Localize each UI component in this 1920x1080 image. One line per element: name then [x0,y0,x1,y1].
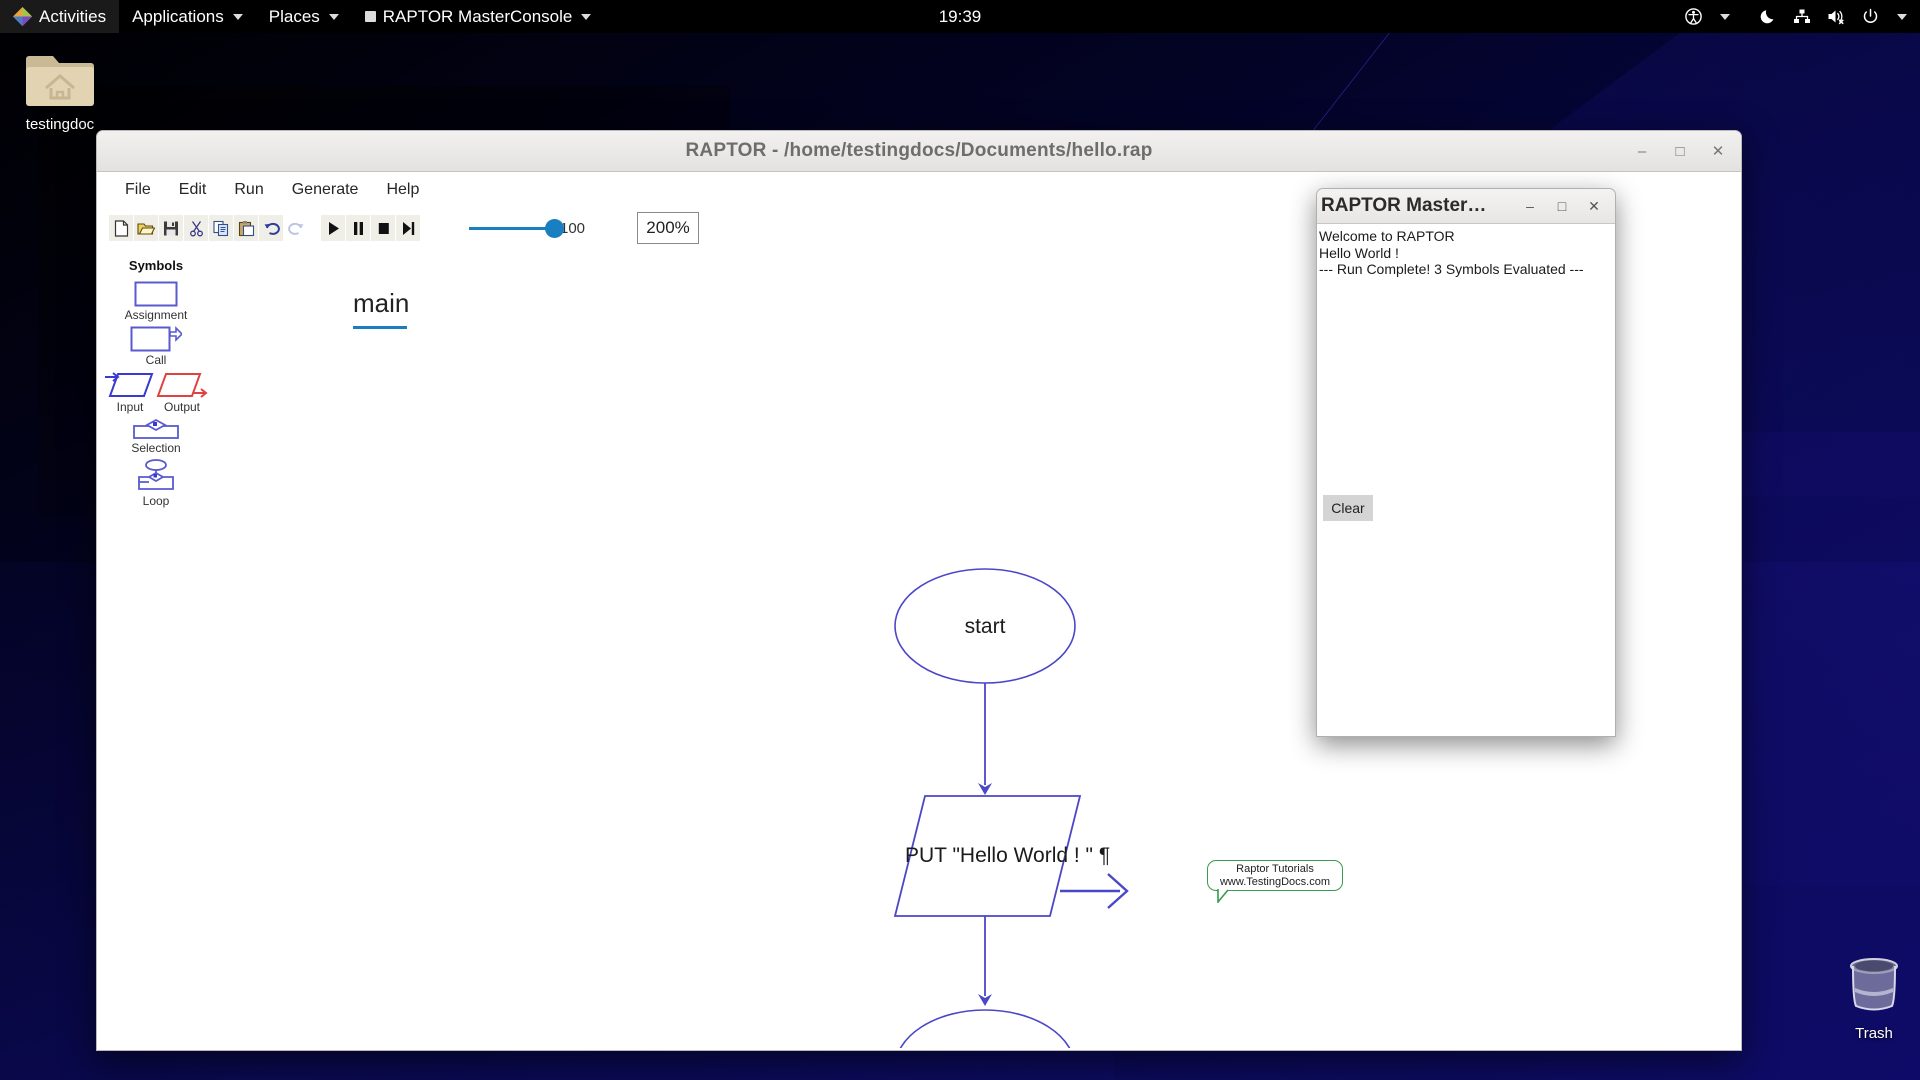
callout-tail [1217,889,1229,903]
menu-generate[interactable]: Generate [278,176,373,204]
active-window-menu[interactable]: RAPTOR MasterConsole [352,0,605,33]
close-button[interactable]: ✕ [1707,140,1729,162]
raptor-window-controls: – □ ✕ [1631,140,1729,162]
flow-node-end[interactable] [895,1009,1075,1048]
desktop-icon-label: Trash [1855,1025,1893,1042]
paste-button[interactable] [234,215,258,241]
clear-button[interactable]: Clear [1323,495,1373,521]
callout-line-1: Raptor Tutorials [1236,862,1314,875]
console-line: --- Run Complete! 3 Symbols Evaluated --… [1319,261,1584,277]
raptor-window-title: RAPTOR - /home/testingdocs/Documents/hel… [685,140,1153,161]
chevron-down-icon [328,13,339,20]
speed-slider-track[interactable] [469,218,564,238]
symbol-label: Loop [142,494,170,508]
console-close-button[interactable]: ✕ [1583,195,1605,217]
console-window-title: RAPTOR Master… [1321,195,1487,216]
system-tray [1678,0,1914,33]
symbol-label: Call [145,353,167,367]
speed-slider[interactable]: 100 [469,218,585,238]
pause-button[interactable] [346,215,370,241]
chevron-down-icon[interactable] [1888,0,1914,33]
active-window-label: RAPTOR MasterConsole [382,6,573,26]
places-label: Places [268,6,320,26]
cut-button[interactable] [184,215,208,241]
minimize-button[interactable]: – [1631,140,1653,162]
places-menu[interactable]: Places [256,0,352,33]
gnome-top-bar: Activities Applications Places RAPTOR Ma… [0,0,1920,33]
flow-node-output-label: PUT "Hello World ! " ¶ [905,844,1110,867]
step-button[interactable] [396,215,420,241]
console-line: Welcome to RAPTOR [1319,228,1455,244]
stop-button[interactable] [371,215,395,241]
console-window-controls: – □ ✕ [1519,195,1615,217]
symbol-assignment[interactable]: Assignment [124,281,188,322]
chevron-down-icon [232,13,243,20]
symbols-palette: Symbols Assignment Call Input Output Sel… [97,248,215,1050]
menu-edit[interactable]: Edit [165,176,221,204]
copy-button[interactable] [209,215,233,241]
menu-run[interactable]: Run [220,176,277,204]
undo-button[interactable] [259,215,283,241]
flow-node-start-label: start [965,615,1006,638]
symbol-label: Assignment [124,308,188,322]
night-light-icon[interactable] [1753,0,1784,33]
desktop-icon-trash[interactable]: Trash [1820,955,1920,1042]
applications-label: Applications [132,6,224,26]
symbol-label: Output [163,400,201,414]
applications-menu[interactable]: Applications [119,0,256,33]
console-line: Hello World ! [1319,244,1399,261]
symbol-output[interactable]: Output [156,371,208,414]
volume-muted-icon[interactable] [1820,0,1853,33]
symbols-panel-title: Symbols [128,258,184,273]
symbol-label: Input [116,400,144,414]
window-icon [364,11,376,22]
save-file-button[interactable] [159,215,183,241]
raptor-masterconsole-window: RAPTOR Master… – □ ✕ Welcome to RAPTOR H… [1316,188,1616,737]
chevron-down-icon [581,13,592,20]
home-folder-icon [26,56,94,112]
activities-label: Activities [39,6,107,26]
zoom-level-field[interactable]: 200% [637,212,700,244]
menu-help[interactable]: Help [372,176,433,204]
speed-slider-thumb[interactable] [545,218,564,238]
activities-icon [13,7,32,26]
menu-file[interactable]: File [111,176,165,204]
symbol-loop[interactable]: Loop [132,459,180,508]
maximize-button[interactable]: □ [1669,140,1691,162]
symbol-input[interactable]: Input [104,371,156,414]
redo-button[interactable] [284,215,308,241]
console-maximize-button[interactable]: □ [1551,195,1573,217]
accessibility-icon[interactable] [1678,0,1709,33]
symbol-call[interactable]: Call [130,326,182,367]
open-file-button[interactable] [134,215,158,241]
console-output-area[interactable]: Welcome to RAPTOR Hello World ! --- Run … [1317,224,1615,736]
chevron-down-icon[interactable] [1711,0,1737,33]
new-file-button[interactable] [109,215,133,241]
raptor-titlebar[interactable]: RAPTOR - /home/testingdocs/Documents/hel… [97,131,1741,172]
tutorial-callout: Raptor Tutorials www.TestingDocs.com [1207,860,1343,903]
console-titlebar[interactable]: RAPTOR Master… – □ ✕ [1317,189,1615,224]
symbol-label: Selection [131,441,181,455]
power-icon[interactable] [1855,0,1886,33]
desktop-icon-home-folder[interactable]: testingdoc [6,46,114,133]
activities-button[interactable]: Activities [0,0,120,33]
symbol-selection[interactable]: Selection [131,418,181,455]
trash-icon [1841,958,1907,1021]
run-button[interactable] [321,215,345,241]
network-icon[interactable] [1786,0,1818,33]
console-minimize-button[interactable]: – [1519,195,1541,217]
callout-line-2: www.TestingDocs.com [1219,875,1331,888]
